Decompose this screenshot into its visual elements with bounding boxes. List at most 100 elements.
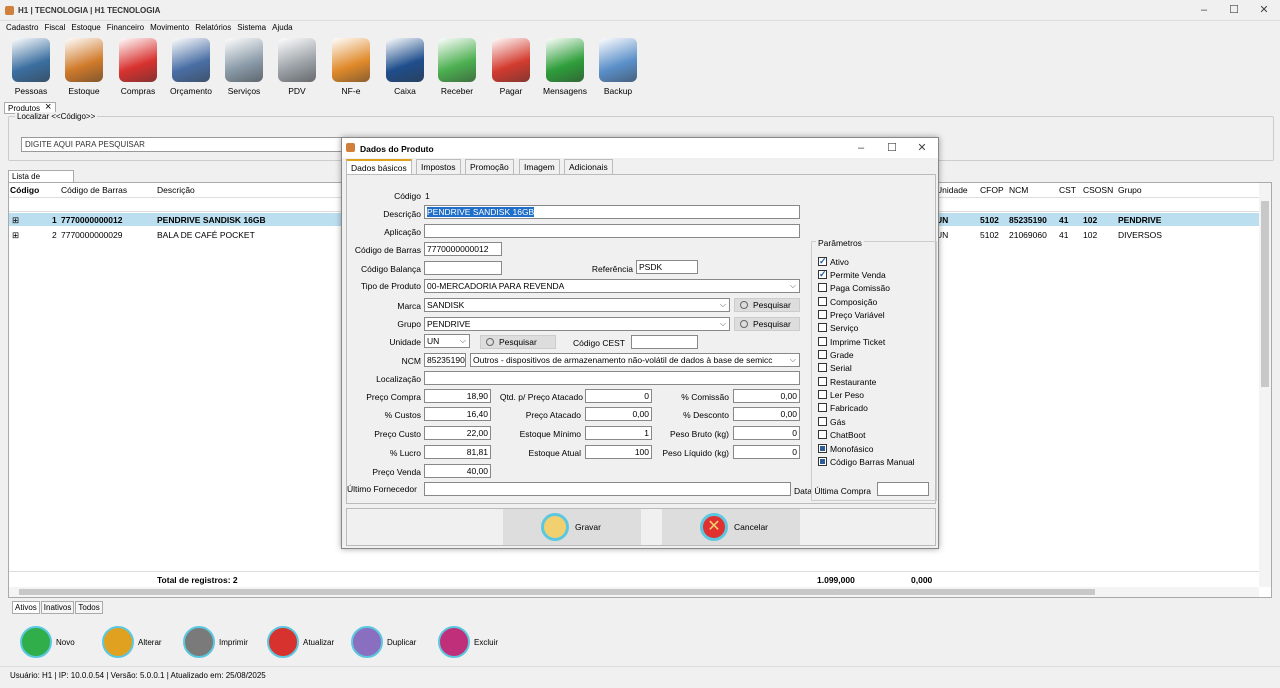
marca-pesquisar-button[interactable]: Pesquisar	[734, 298, 800, 312]
checkbox-box[interactable]	[818, 457, 827, 466]
checkbox-box[interactable]	[818, 403, 827, 412]
peso-liquido-field[interactable]: 0	[733, 445, 800, 459]
checkbox-box[interactable]	[818, 337, 827, 346]
checkbox-box[interactable]	[818, 323, 827, 332]
preco-custo-field[interactable]: 22,00	[424, 426, 491, 440]
referencia-field[interactable]: PSDK	[636, 260, 698, 274]
tab-lista-produtos[interactable]: Lista de Produtos	[8, 170, 74, 193]
expand-icon[interactable]: ⊞	[12, 230, 19, 241]
checkbox-box[interactable]	[818, 390, 827, 399]
menu-sistema[interactable]: Sistema	[237, 21, 266, 35]
ncm-desc-select[interactable]: Outros - dispositivos de armazenamento n…	[470, 353, 800, 367]
col-grupo[interactable]: Grupo	[1118, 185, 1142, 195]
dialog-minimize-icon[interactable]: –	[854, 142, 868, 154]
checkbox-box[interactable]	[818, 430, 827, 439]
checkbox-box[interactable]	[818, 377, 827, 386]
menu-financeiro[interactable]: Financeiro	[107, 21, 144, 35]
checkbox-preco-variavel[interactable]: Preço Variável	[818, 310, 885, 320]
menu-relatorios[interactable]: Relatórios	[195, 21, 231, 35]
checkbox-imprime-ticket[interactable]: Imprime Ticket	[818, 337, 885, 347]
checkbox-fabricado[interactable]: Fabricado	[818, 403, 868, 413]
unidade-select[interactable]: UN	[424, 334, 470, 348]
tab-ativos[interactable]: Ativos	[12, 601, 40, 614]
peso-bruto-field[interactable]: 0	[733, 426, 800, 440]
balanca-field[interactable]	[424, 261, 502, 275]
desconto-field[interactable]: 0,00	[733, 407, 800, 421]
checkbox-permite-venda[interactable]: Permite Venda	[818, 269, 886, 280]
cancelar-button[interactable]: ✕ Cancelar	[662, 509, 800, 545]
checkbox-box[interactable]	[818, 350, 827, 359]
checkbox-restaurante[interactable]: Restaurante	[818, 377, 876, 387]
toolbar-backup-button[interactable]: Backup	[593, 38, 643, 100]
grupo-select[interactable]: PENDRIVE	[424, 317, 730, 331]
ultimo-fornecedor-field[interactable]	[424, 482, 791, 496]
unidade-pesquisar-button[interactable]: Pesquisar	[480, 335, 556, 349]
toolbar-servicos-button[interactable]: Serviços	[219, 38, 269, 100]
tab-adicionais[interactable]: Adicionais	[564, 159, 613, 174]
checkbox-composicao[interactable]: Composição	[818, 297, 877, 307]
estoque-min-field[interactable]: 1	[585, 426, 652, 440]
checkbox-box[interactable]	[818, 417, 827, 426]
checkbox-box[interactable]	[818, 363, 827, 372]
toolbar-pagar-button[interactable]: Pagar	[486, 38, 536, 100]
custos-field[interactable]: 16,40	[424, 407, 491, 421]
menu-fiscal[interactable]: Fiscal	[44, 21, 65, 35]
checkbox-gas[interactable]: Gás	[818, 417, 846, 427]
barras-field[interactable]: 7770000000012	[424, 242, 502, 256]
toolbar-compras-button[interactable]: Compras	[113, 38, 163, 100]
tab-inativos[interactable]: Inativos	[40, 601, 75, 614]
preco-atacado-field[interactable]: 0,00	[585, 407, 652, 421]
search-input[interactable]: DIGITE AQUI PARA PESQUISAR	[21, 137, 351, 152]
menu-movimento[interactable]: Movimento	[150, 21, 189, 35]
dialog-maximize-icon[interactable]: ☐	[885, 142, 899, 154]
checkbox-box[interactable]	[818, 269, 827, 280]
checkbox-grade[interactable]: Grade	[818, 350, 854, 360]
toolbar-pessoas-button[interactable]: Pessoas	[6, 38, 56, 100]
checkbox-box[interactable]	[818, 444, 827, 453]
toolbar-estoque-button[interactable]: Estoque	[59, 38, 109, 100]
col-cst[interactable]: CST	[1059, 185, 1076, 195]
preco-compra-field[interactable]: 18,90	[424, 389, 491, 403]
minimize-icon[interactable]: –	[1197, 4, 1211, 16]
vertical-scrollbar[interactable]	[1259, 183, 1271, 587]
close-icon[interactable]: ✕	[1257, 4, 1271, 16]
col-codigo[interactable]: Código	[10, 185, 39, 195]
descricao-field[interactable]: PENDRIVE SANDISK 16GB	[424, 205, 800, 219]
tab-dados-basicos[interactable]: Dados básicos	[346, 159, 412, 174]
dialog-close-icon[interactable]: ✕	[915, 142, 929, 154]
col-barras[interactable]: Código de Barras	[61, 185, 127, 195]
horizontal-scrollbar[interactable]	[9, 587, 1259, 597]
comissao-field[interactable]: 0,00	[733, 389, 800, 403]
checkbox-box[interactable]	[818, 283, 827, 292]
ncm-field[interactable]: 85235190	[424, 353, 466, 367]
col-cfop[interactable]: CFOP	[980, 185, 1004, 195]
toolbar-mensagens-button[interactable]: Mensagens	[540, 38, 590, 100]
preco-venda-field[interactable]: 40,00	[424, 464, 491, 478]
tab-promocao[interactable]: Promoção	[465, 159, 514, 174]
checkbox-box[interactable]	[818, 256, 827, 267]
localizacao-field[interactable]	[424, 371, 800, 385]
gravar-button[interactable]: Gravar	[503, 509, 641, 545]
menu-cadastro[interactable]: Cadastro	[6, 21, 38, 35]
menu-estoque[interactable]: Estoque	[71, 21, 100, 35]
checkbox-monofasico[interactable]: Monofásico	[818, 444, 873, 454]
lucro-field[interactable]: 81,81	[424, 445, 491, 459]
checkbox-paga-comissao[interactable]: Paga Comissão	[818, 283, 890, 293]
checkbox-ativo[interactable]: Ativo	[818, 256, 849, 267]
col-ncm[interactable]: NCM	[1009, 185, 1028, 195]
aplicacao-field[interactable]	[424, 224, 800, 238]
checkbox-box[interactable]	[818, 297, 827, 306]
col-csosn[interactable]: CSOSN	[1083, 185, 1113, 195]
checkbox-codigo-barras-manual[interactable]: Código Barras Manual	[818, 457, 915, 467]
checkbox-serial[interactable]: Serial	[818, 363, 852, 373]
checkbox-servico[interactable]: Serviço	[818, 323, 858, 333]
expand-icon[interactable]: ⊞	[12, 215, 19, 226]
toolbar-nfe-button[interactable]: NF-e	[326, 38, 376, 100]
marca-select[interactable]: SANDISK	[424, 298, 730, 312]
toolbar-caixa-button[interactable]: Caixa	[380, 38, 430, 100]
menu-ajuda[interactable]: Ajuda	[272, 21, 292, 35]
tab-todos[interactable]: Todos	[75, 601, 103, 614]
qtd-atacado-field[interactable]: 0	[585, 389, 652, 403]
cest-field[interactable]	[631, 335, 698, 349]
toolbar-orcamento-button[interactable]: Orçamento	[166, 38, 216, 100]
